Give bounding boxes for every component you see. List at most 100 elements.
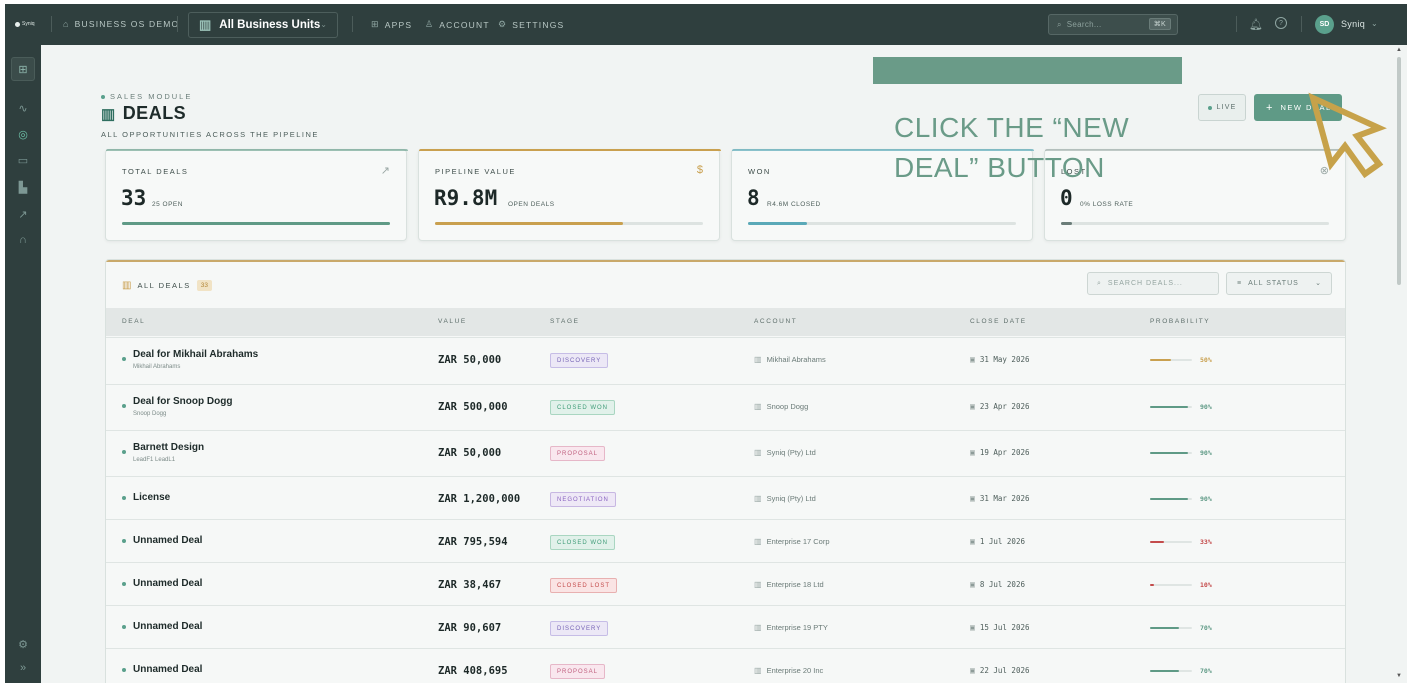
main-content: SALES MODULE ▥ DEALS ALL OPPORTUNITIES AC… [41,45,1392,683]
scroll-down-icon[interactable]: ▼ [1396,673,1402,679]
column-header-probability[interactable]: PROBABILITY [1150,318,1210,325]
sidebar: ⊞ ∿ ◎ ▭ ▙ ↗ ∩ ⚙ » [5,45,41,683]
deal-name[interactable]: Unnamed Deal [133,578,202,589]
trend-icon[interactable]: ↗ [14,205,32,223]
probability-value: 33% [1200,538,1212,546]
deal-contact: Snoop Dogg [133,411,167,417]
avatar[interactable]: SD [1315,15,1334,34]
status-dot-icon [101,94,105,99]
deal-name[interactable]: Unnamed Deal [133,535,202,546]
chevron-down-icon[interactable]: ⌄ [1371,19,1379,28]
calendar-icon: ▣ [970,623,975,632]
table-row[interactable]: Unnamed Deal ZAR 90,607 DISCOVERY ▥ Enter… [106,605,1345,648]
deal-account[interactable]: ▥ Snoop Dogg [754,402,808,411]
stat-progress [748,222,1016,225]
global-search[interactable]: ⌕ Search... ⌘K [1048,14,1178,35]
deal-close-date: ▣ 19 Apr 2026 [970,448,1030,457]
column-header-account[interactable]: ACCOUNT [754,318,797,325]
page-title: ▥ DEALS [101,103,186,124]
stat-label: WON [748,167,771,176]
close-date-text: 19 Apr 2026 [979,448,1030,457]
help-icon[interactable]: ? [1275,17,1287,29]
page-title-text: DEALS [122,103,187,123]
deal-name[interactable]: Unnamed Deal [133,621,202,632]
app-window: Syniq ⌂ BUSINESS OS DEMO ▥ All Business U… [5,4,1407,683]
headset-icon[interactable]: ∩ [14,231,32,249]
target-icon[interactable]: ◎ [14,125,32,143]
wallet-icon[interactable]: ▭ [14,151,32,169]
table-row[interactable]: Barnett Design LeadF1 LeadL1 ZAR 50,000 … [106,430,1345,476]
deal-contact: Mikhail Abrahams [133,364,181,370]
column-header-deal[interactable]: DEAL [122,318,145,325]
probability-bar-fill [1150,406,1188,408]
chevron-down-icon: ⌄ [320,20,327,29]
deal-value: ZAR 90,607 [438,622,502,634]
table-row[interactable]: Deal for Mikhail Abrahams Mikhail Abraha… [106,337,1345,384]
scroll-up-icon[interactable]: ▲ [1396,47,1402,53]
calendar-icon: ▣ [970,355,975,364]
scrollbar-thumb[interactable] [1397,57,1401,285]
scrollbar[interactable]: ▲ ▼ [1392,45,1407,683]
deal-name[interactable]: Deal for Snoop Dogg [133,396,232,407]
nav-settings[interactable]: ⚙ SETTINGS [498,19,564,30]
nav-settings-label: SETTINGS [512,19,565,30]
search-deals-input[interactable]: ⌕ SEARCH DEALS... [1087,272,1219,295]
deal-name[interactable]: Deal for Mikhail Abrahams [133,349,258,360]
stage-badge: NEGOTIATION [550,492,616,507]
table-row[interactable]: Unnamed Deal ZAR 408,695 PROPOSAL ▥ Enter… [106,648,1345,683]
deal-account[interactable]: ▥ Enterprise 19 PTY [754,623,828,632]
probability-bar-fill [1150,452,1188,454]
status-dot-icon [122,450,126,454]
table-row[interactable]: Unnamed Deal ZAR 795,594 CLOSED WON ▥ Ent… [106,519,1345,562]
gear-icon[interactable]: ⚙ [14,635,32,653]
activity-icon[interactable]: ∿ [14,99,32,117]
deal-name[interactable]: Barnett Design [133,442,204,453]
nav-account[interactable]: ♙ ACCOUNT [425,19,490,30]
deal-account[interactable]: ▥ Enterprise 20 Inc [754,666,823,675]
deal-account[interactable]: ▥ Syniq (Pty) Ltd [754,448,816,457]
deal-account[interactable]: ▥ Mikhail Abrahams [754,355,826,364]
logo-text: Syniq [22,21,35,27]
deal-account[interactable]: ▥ Enterprise 18 Ltd [754,580,824,589]
building-icon: ▥ [754,402,762,411]
deal-name[interactable]: Unnamed Deal [133,664,202,675]
search-icon: ⌕ [1057,19,1062,29]
deals-panel-header: ▥ ALL DEALS 33 [122,280,212,291]
probability-bar-fill [1150,584,1155,586]
deal-account[interactable]: ▥ Enterprise 17 Corp [754,537,830,546]
divider [1301,16,1302,32]
close-date-text: 23 Apr 2026 [979,402,1030,411]
card-accent [106,149,408,151]
logo[interactable]: Syniq [15,20,43,28]
bell-icon[interactable]: 🔔︎ [1249,18,1264,31]
probability-bar-fill [1150,359,1171,361]
deal-account[interactable]: ▥ Syniq (Pty) Ltd [754,494,816,503]
table-row[interactable]: License ZAR 1,200,000 NEGOTIATION ▥ Syniq… [106,476,1345,519]
status-filter-dropdown[interactable]: ≡ ALL STATUS ⌄ [1226,272,1332,295]
grid-icon[interactable]: ⊞ [11,57,35,81]
table-row[interactable]: Unnamed Deal ZAR 38,467 CLOSED LOST ▥ Ent… [106,562,1345,605]
stage-badge: PROPOSAL [550,446,606,461]
building-icon: ▥ [754,355,762,364]
stat-progress-fill [122,222,390,225]
shortcut-badge: ⌘K [1148,18,1171,30]
count-badge: 33 [196,280,212,291]
trend-icon: ↗ [380,165,390,177]
username[interactable]: Syniq [1341,19,1365,29]
stat-detail: 25 OPEN [152,201,183,208]
status-filter-value: ALL STATUS [1248,280,1299,287]
column-header-close-date[interactable]: CLOSE DATE [970,318,1027,325]
business-units-selector[interactable]: ▥ All Business Units ⌄ [188,12,338,38]
deal-name[interactable]: License [133,492,170,503]
search-icon: ⌕ [1097,279,1102,287]
chart-icon[interactable]: ▙ [14,178,32,196]
column-header-value[interactable]: VALUE [438,318,467,325]
expand-icon[interactable]: » [14,659,32,677]
table-row[interactable]: Deal for Snoop Dogg Snoop Dogg ZAR 500,0… [106,384,1345,430]
column-header-stage[interactable]: STAGE [550,318,580,325]
probability-bar [1150,627,1192,629]
deal-close-date: ▣ 31 Mar 2026 [970,494,1030,503]
nav-apps[interactable]: ⊞ APPS [371,19,412,30]
live-indicator[interactable]: LIVE [1198,94,1246,121]
calendar-icon: ▣ [970,666,975,675]
